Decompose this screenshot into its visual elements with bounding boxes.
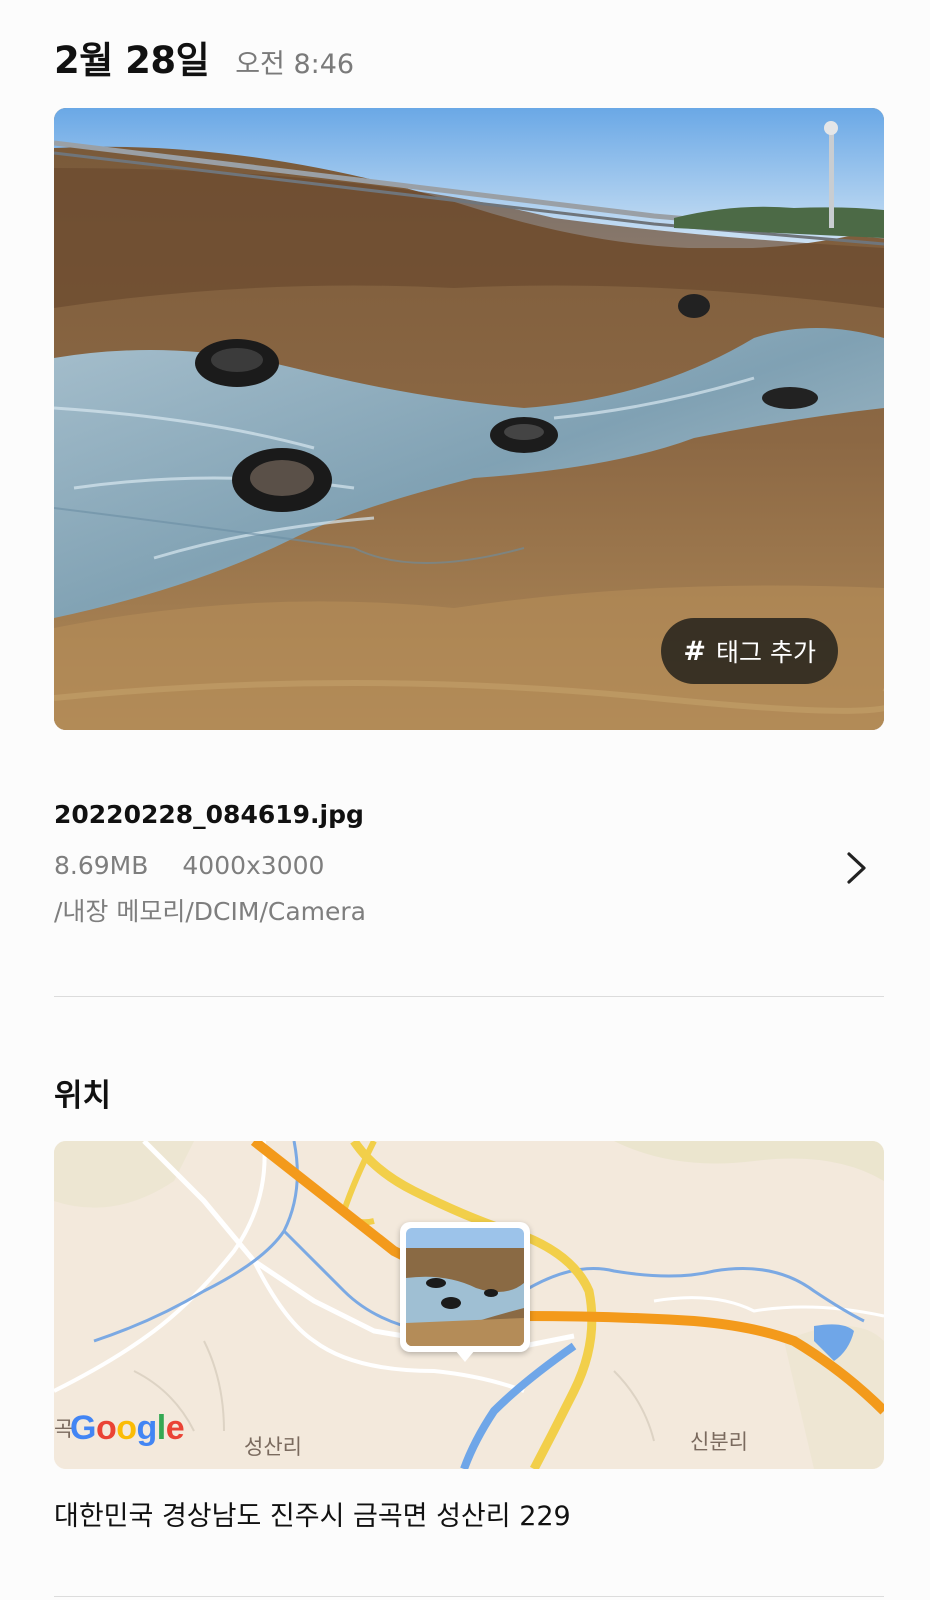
photo-date: 2월 28일 xyxy=(54,39,210,82)
pin-thumbnail xyxy=(406,1228,524,1346)
map-place-label: 신분리 xyxy=(690,1430,748,1454)
section-divider xyxy=(54,1596,884,1597)
location-address: 대한민국 경상남도 진주시 금곡면 성산리 229 xyxy=(54,1501,571,1532)
map-place-label: 성산리 xyxy=(244,1435,302,1459)
google-logo: Google xyxy=(70,1409,185,1447)
file-size: 8.69MB xyxy=(54,851,149,880)
photo-preview[interactable]: # 태그 추가 xyxy=(54,108,884,730)
hash-icon: # xyxy=(683,635,707,667)
pin-pointer xyxy=(455,1350,475,1362)
add-tag-label: 태그 추가 xyxy=(716,638,816,667)
photo-details-page: 2월 28일 오전 8:46 # 태그 추가 20220228_084619.j… xyxy=(0,0,930,1600)
section-divider xyxy=(54,996,884,997)
file-resolution: 4000x3000 xyxy=(182,851,325,880)
photo-time: 오전 8:46 xyxy=(235,49,355,80)
photo-header: 2월 28일 오전 8:46 xyxy=(54,30,354,84)
add-tag-button[interactable]: # 태그 추가 xyxy=(661,618,838,684)
file-name: 20220228_084619.jpg xyxy=(54,800,364,829)
file-meta: 8.69MB 4000x3000 xyxy=(54,851,884,880)
location-map[interactable]: 곡 성산리 신분리 Google xyxy=(54,1141,884,1469)
location-section-title: 위치 xyxy=(54,1078,112,1114)
file-path: /내장 메모리/DCIM/Camera xyxy=(54,897,366,926)
file-details[interactable]: 20220228_084619.jpg 8.69MB 4000x3000 /내장… xyxy=(54,800,884,928)
chevron-right-icon[interactable] xyxy=(842,848,872,888)
map-photo-pin[interactable] xyxy=(400,1222,530,1362)
